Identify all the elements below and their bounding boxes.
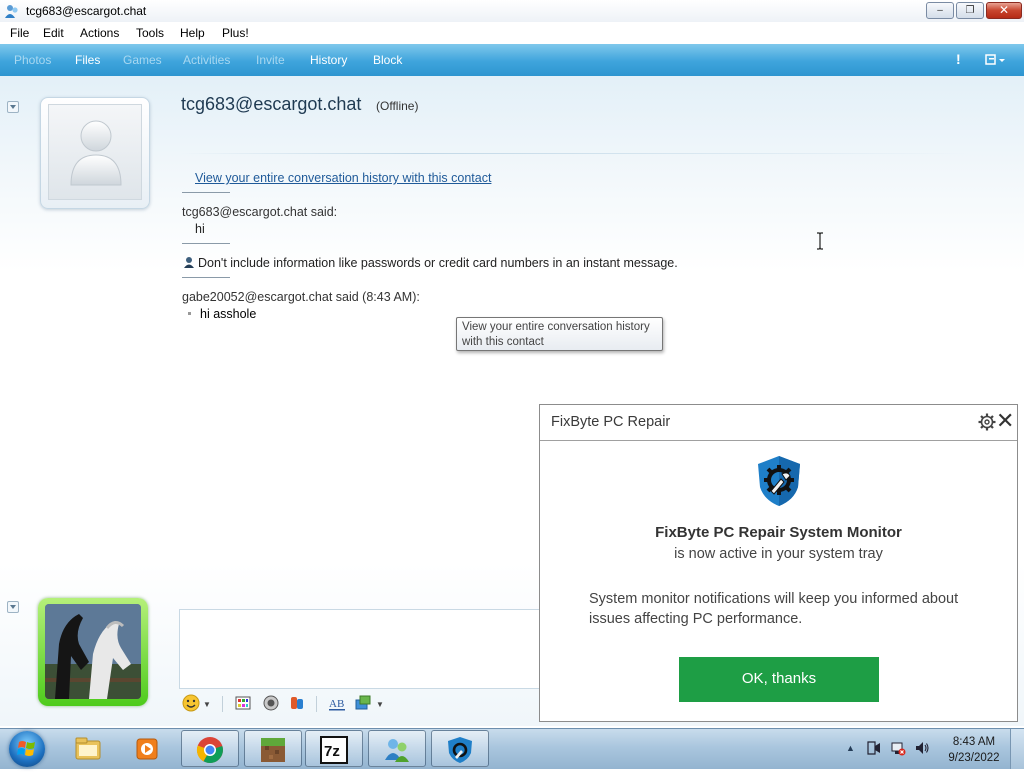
toolbar-games[interactable]: Games [123, 53, 162, 67]
window-title: tcg683@escargot.chat [26, 4, 147, 18]
text-cursor-icon [817, 232, 823, 250]
emoticon-icon[interactable] [182, 694, 200, 712]
message-text: hi asshole [200, 307, 257, 321]
message-text: hi [195, 222, 205, 236]
background-icon[interactable] [354, 694, 372, 712]
nudge-icon[interactable] [262, 694, 280, 712]
background-dropdown-icon[interactable]: ▼ [376, 700, 384, 709]
menu-edit[interactable]: Edit [43, 26, 64, 40]
popup-title: FixByte PC Repair [551, 414, 671, 430]
menu-actions[interactable]: Actions [80, 26, 119, 40]
input-toolbar: ▼ AB ▼ [180, 694, 560, 716]
popup-header: FixByte PC Repair ✕ [540, 405, 1017, 441]
clock-date: 9/23/2022 [948, 752, 1000, 764]
svg-text:7z: 7z [324, 743, 340, 760]
windows-logo-icon [17, 741, 35, 756]
message-sender: gabe20052@escargot.chat said (8:43 AM): [182, 290, 420, 304]
voice-clip-icon[interactable] [288, 694, 306, 712]
message-bullet [188, 312, 191, 315]
shield-gear-icon [758, 456, 800, 506]
menu-file[interactable]: File [10, 26, 29, 40]
close-button[interactable]: ✕ [986, 2, 1022, 19]
svg-text:AB: AB [329, 698, 344, 710]
privacy-warning: Don't include information like passwords… [183, 256, 678, 270]
explorer-icon [75, 737, 101, 760]
horses-picture [45, 604, 141, 699]
popup-subheading: is now active in your system tray [674, 546, 883, 562]
menu-tools[interactable]: Tools [136, 26, 164, 40]
conversation-history-link[interactable]: View your entire conversation history wi… [195, 171, 491, 185]
minimize-button[interactable]: ‒ [926, 2, 954, 19]
message-input[interactable] [179, 609, 551, 689]
message-separator [182, 243, 230, 244]
emoticon-dropdown-icon[interactable]: ▼ [203, 700, 211, 709]
maximize-button[interactable]: ❐ [956, 2, 984, 19]
privacy-warning-text: Don't include information like passwords… [198, 256, 678, 270]
show-hidden-icons-button[interactable]: ▲ [846, 743, 855, 753]
history-link-tooltip: View your entire conversation history wi… [456, 317, 663, 351]
popup-body-text: System monitor notifications will keep y… [589, 591, 959, 627]
my-display-picture-frame[interactable] [38, 598, 148, 706]
collapse-contact-pic-button[interactable] [7, 101, 19, 113]
tooltip-line-1: View your entire conversation history [462, 321, 650, 333]
action-center-icon[interactable] [866, 740, 882, 756]
messenger-app-icon [5, 5, 18, 18]
menu-help[interactable]: Help [180, 26, 205, 40]
warning-person-icon [184, 257, 194, 268]
message-sender: tcg683@escargot.chat said: [182, 205, 338, 219]
taskbar-chrome[interactable] [181, 730, 239, 767]
font-icon[interactable]: AB [328, 694, 346, 712]
media-player-icon [136, 738, 158, 760]
fixbyte-popup: FixByte PC Repair ✕ FixByte PC Repair Sy… [539, 404, 1018, 722]
volume-icon[interactable] [914, 740, 930, 756]
taskbar-explorer[interactable] [60, 730, 118, 767]
toolbar-separator [222, 696, 223, 712]
ok-thanks-button[interactable]: OK, thanks [679, 657, 879, 702]
toolbar-invite[interactable]: Invite [256, 53, 285, 67]
contact-name: tcg683@escargot.chat [181, 94, 362, 114]
system-clock[interactable]: 8:43 AM 9/23/2022 [946, 734, 1002, 766]
header-divider [180, 153, 970, 154]
toolbar-block[interactable]: Block [373, 53, 402, 67]
title-bar: tcg683@escargot.chat ‒ ❐ ✕ [0, 0, 1024, 23]
gear-icon[interactable] [977, 412, 997, 432]
alert-icon[interactable]: ! [956, 51, 961, 67]
default-user-icon [70, 120, 122, 186]
taskbar-media-player[interactable] [120, 730, 178, 767]
popup-close-icon[interactable]: ✕ [996, 410, 1014, 432]
contact-display-picture-frame[interactable] [40, 97, 150, 209]
contact-display-picture [48, 104, 142, 200]
chrome-icon [196, 737, 223, 764]
clock-time: 8:43 AM [952, 736, 996, 748]
7zip-icon: 7z [320, 736, 348, 764]
toolbar-activities[interactable]: Activities [183, 53, 230, 67]
taskbar: 7z ▲ 8:43 AM 9/23/2022 [0, 728, 1024, 769]
show-desktop-button[interactable] [1010, 729, 1024, 769]
messenger-icon [385, 739, 409, 762]
popup-heading: FixByte PC Repair System Monitor [655, 524, 902, 541]
toolbar-photos[interactable]: Photos [14, 53, 51, 67]
fixbyte-icon [448, 737, 472, 763]
tooltip-line-2: with this contact [462, 336, 544, 348]
message-separator [182, 192, 230, 193]
start-button[interactable] [9, 731, 45, 767]
menu-plus[interactable]: Plus! [222, 26, 249, 40]
message-separator [182, 277, 230, 278]
minecraft-icon [261, 738, 285, 762]
window-menu-icon[interactable] [984, 52, 1006, 68]
toolbar: Photos Files Games Activities Invite His… [0, 44, 1024, 76]
network-error-icon[interactable] [890, 740, 906, 756]
taskbar-messenger[interactable] [368, 730, 426, 767]
contact-status: (Offline) [376, 99, 419, 113]
toolbar-files[interactable]: Files [75, 53, 100, 67]
taskbar-fixbyte[interactable] [431, 730, 489, 767]
taskbar-minecraft[interactable] [244, 730, 302, 767]
my-display-picture [45, 604, 141, 699]
collapse-my-pic-button[interactable] [7, 601, 19, 613]
toolbar-history[interactable]: History [310, 53, 347, 67]
toolbar-separator [316, 696, 317, 712]
wink-icon[interactable] [234, 694, 252, 712]
taskbar-7zip[interactable]: 7z [305, 730, 363, 767]
menu-bar: File Edit Actions Tools Help Plus! [0, 22, 1024, 44]
